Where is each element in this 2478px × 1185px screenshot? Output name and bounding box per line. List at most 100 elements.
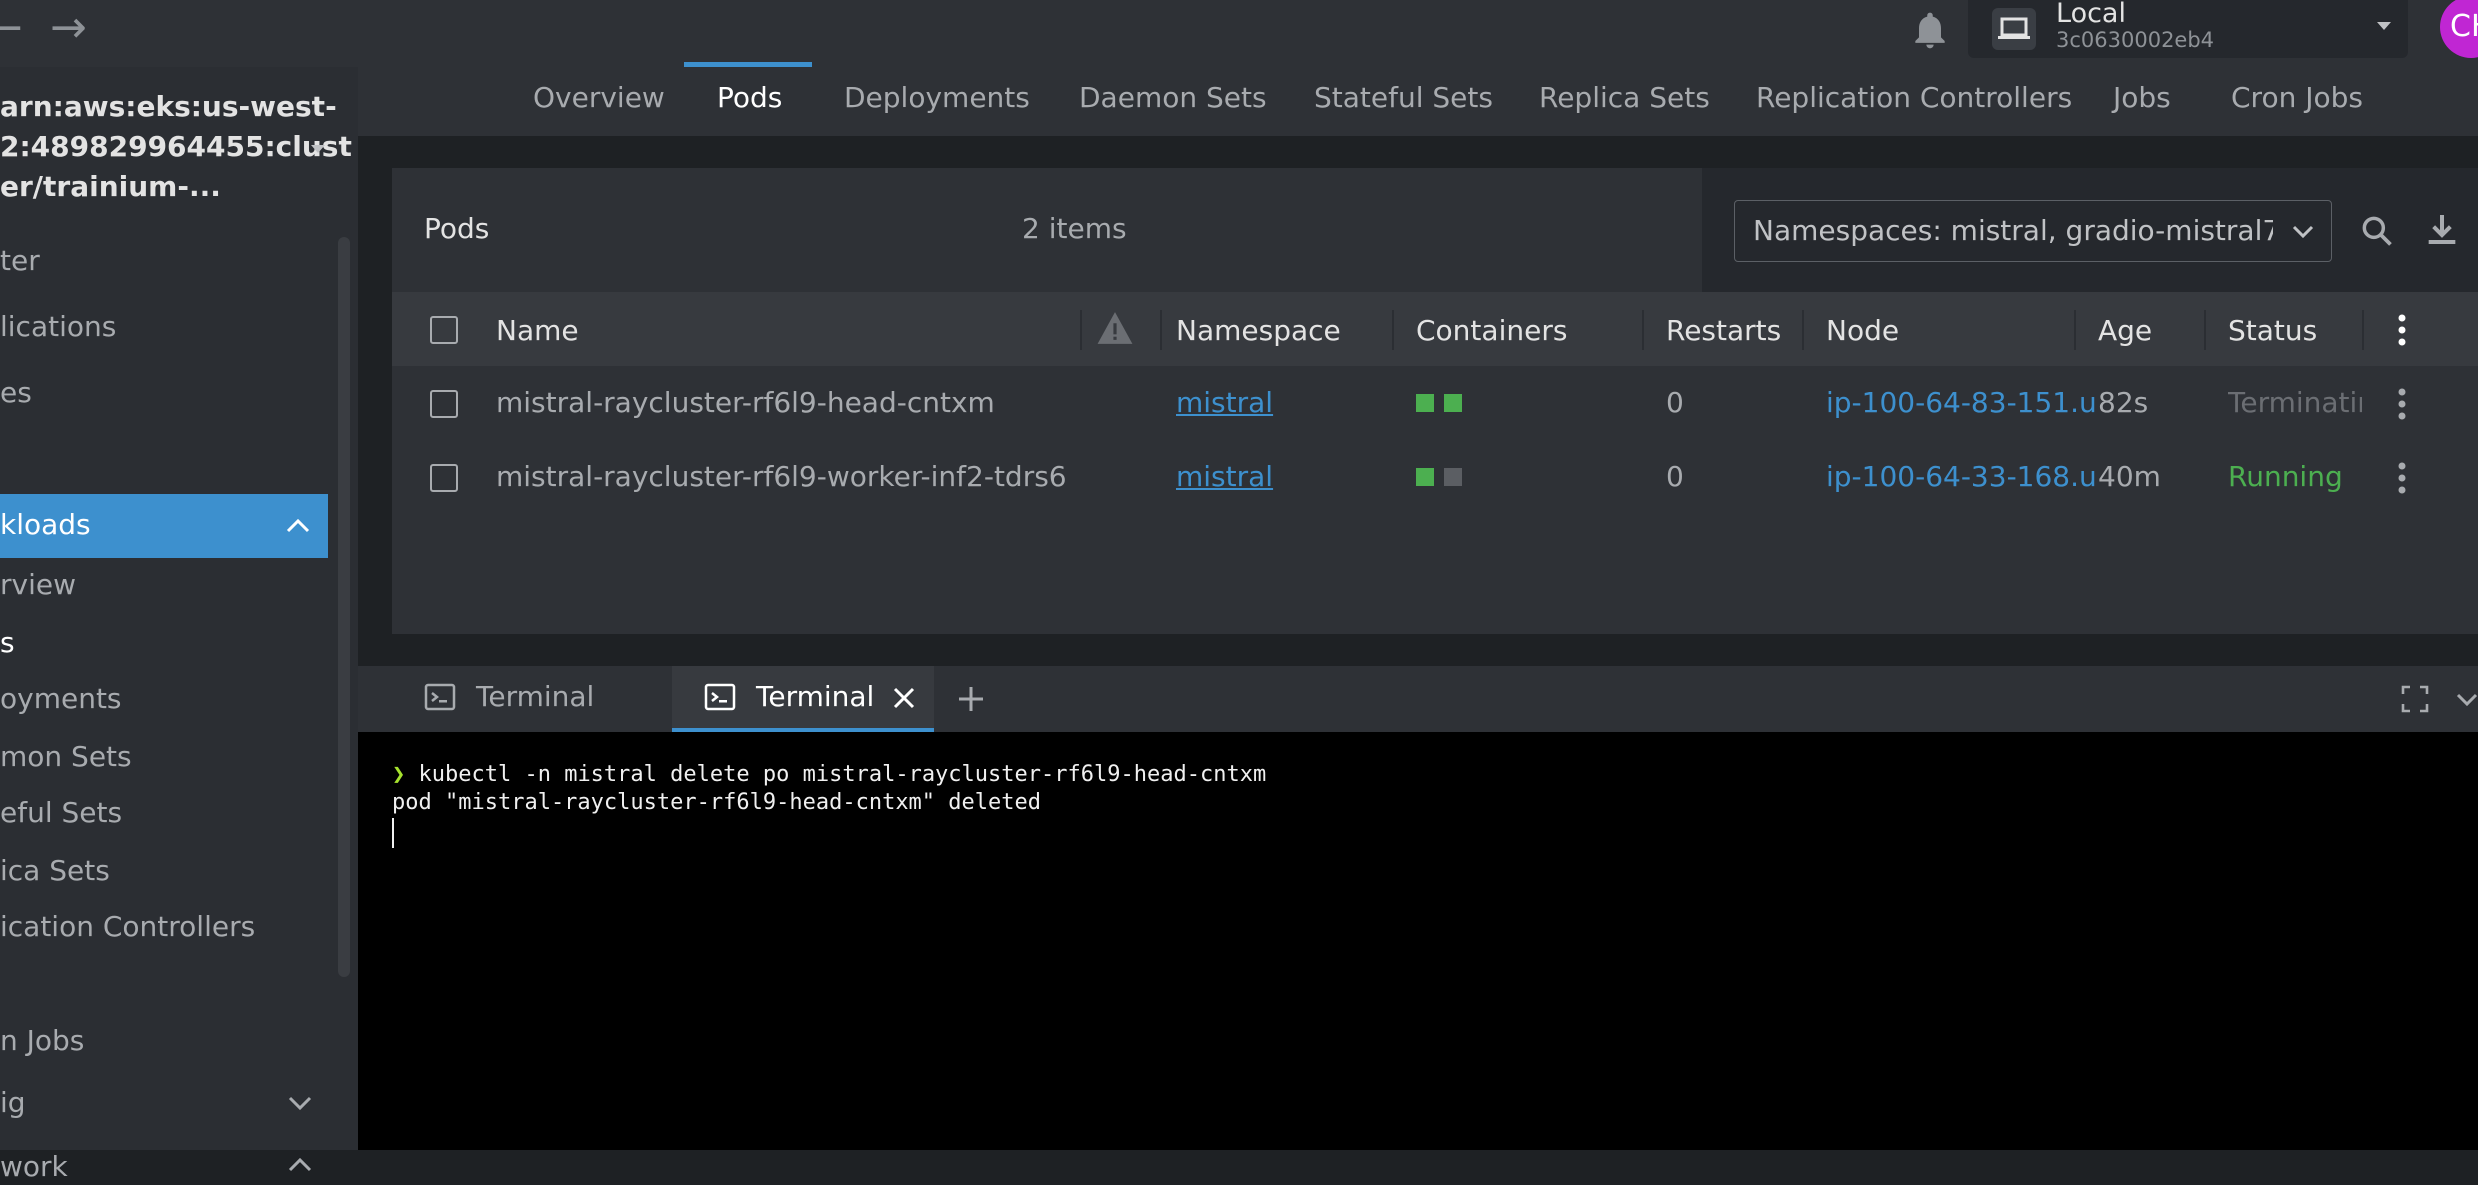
pod-restarts: 0: [1666, 460, 1684, 493]
back-arrow-icon[interactable]: ←: [0, 6, 23, 50]
tab-overview[interactable]: Overview: [533, 81, 665, 114]
column-header-containers[interactable]: Containers: [1416, 314, 1567, 347]
row-menu-icon[interactable]: [2390, 458, 2414, 498]
cluster-name: Local: [2056, 0, 2126, 29]
column-header-node[interactable]: Node: [1826, 314, 1899, 347]
table-row[interactable]: mistral-raycluster-rf6l9-worker-inf2-tdr…: [392, 440, 2478, 514]
column-header-restarts[interactable]: Restarts: [1666, 314, 1781, 347]
terminal-output-line: pod "mistral-raycluster-rf6l9-head-cntxm…: [392, 790, 1042, 815]
sidebar-item-workloads[interactable]: kloads: [0, 494, 328, 558]
cluster-selector[interactable]: Local 3c0630002eb4: [1968, 0, 2408, 58]
terminal-icon: [704, 682, 736, 716]
pod-namespace-link[interactable]: mistral: [1176, 386, 1273, 419]
sidebar-item-cron-jobs[interactable]: n Jobs: [0, 1023, 84, 1059]
column-separator: [1080, 310, 1082, 350]
sidebar-item-daemon-sets[interactable]: mon Sets: [0, 739, 132, 775]
sidebar-item-config[interactable]: ig: [0, 1085, 26, 1121]
tab-cron-jobs[interactable]: Cron Jobs: [2231, 81, 2363, 114]
cluster-title-line: 2:489829964455:clust: [0, 130, 352, 163]
table-row[interactable]: mistral-raycluster-rf6l9-head-cntxm mist…: [392, 366, 2478, 440]
sidebar-item-stateful-sets[interactable]: eful Sets: [0, 795, 122, 831]
search-icon[interactable]: [2358, 212, 2396, 254]
cluster-id: 3c0630002eb4: [2056, 28, 2215, 52]
pod-node-link[interactable]: ip-100-64-33-168.u: [1826, 460, 2097, 493]
pod-restarts: 0: [1666, 386, 1684, 419]
pod-name: mistral-raycluster-rf6l9-head-cntxm: [496, 386, 995, 419]
chevron-down-icon[interactable]: [306, 137, 330, 165]
sidebar-item-applications[interactable]: lications: [0, 309, 116, 345]
dock-tab-terminal[interactable]: Terminal: [476, 680, 594, 713]
row-menu-icon[interactable]: [2390, 384, 2414, 424]
tab-daemon-sets[interactable]: Daemon Sets: [1079, 81, 1267, 114]
chevron-down-icon: [2372, 14, 2396, 42]
pods-title: Pods: [424, 212, 490, 245]
cluster-title-line: arn:aws:eks:us-west-: [0, 90, 337, 123]
column-header-age[interactable]: Age: [2098, 314, 2152, 347]
container-status-running: [1444, 394, 1462, 412]
cluster-title-line: er/trainium-...: [0, 170, 221, 203]
forward-arrow-icon[interactable]: →: [50, 6, 87, 50]
sidebar-item-pods[interactable]: s: [0, 625, 15, 661]
bell-icon[interactable]: [1908, 8, 1952, 52]
sidebar-cluster-title[interactable]: arn:aws:eks:us-west- 2:489829964455:clus…: [0, 87, 352, 207]
column-separator: [1642, 310, 1644, 350]
column-header-name[interactable]: Name: [496, 314, 579, 347]
chevron-up-icon: [284, 514, 312, 542]
dock-tab-label: Terminal: [756, 680, 875, 713]
active-tab-indicator: [684, 62, 812, 67]
column-header-status[interactable]: Status: [2228, 314, 2317, 347]
prompt-symbol: ❯: [392, 762, 406, 787]
add-tab-icon[interactable]: [956, 684, 986, 718]
sidebar-item-nodes[interactable]: es: [0, 375, 32, 411]
top-bar: ← → Local 3c0630002eb4 CH: [0, 0, 2478, 67]
tab-pods[interactable]: Pods: [717, 81, 782, 114]
row-checkbox[interactable]: [430, 390, 458, 418]
sidebar-scrollbar[interactable]: [338, 237, 350, 977]
close-icon[interactable]: [890, 684, 918, 716]
pod-age: 82s: [2098, 386, 2149, 419]
namespace-select[interactable]: Namespaces: mistral, gradio-mistral7b-i: [1734, 200, 2332, 262]
tab-replication-controllers[interactable]: Replication Controllers: [1756, 81, 2072, 114]
pod-status: Running: [2228, 460, 2343, 493]
tab-jobs[interactable]: Jobs: [2113, 81, 2171, 114]
sidebar-item-label: kloads: [0, 508, 91, 541]
tab-deployments[interactable]: Deployments: [844, 81, 1030, 114]
avatar[interactable]: CH: [2440, 0, 2478, 58]
terminal-command-line: ❯ kubectl -n mistral delete po mistral-r…: [392, 762, 1266, 787]
row-checkbox[interactable]: [430, 464, 458, 492]
sidebar-item-deployments[interactable]: oyments: [0, 681, 122, 717]
column-separator: [2362, 310, 2364, 350]
pod-name: mistral-raycluster-rf6l9-worker-inf2-tdr…: [496, 460, 1067, 493]
workload-tabs: Overview Pods Deployments Daemon Sets St…: [358, 67, 2478, 136]
chevron-up-icon[interactable]: [286, 1153, 314, 1181]
select-all-checkbox[interactable]: [430, 316, 458, 344]
sidebar-item-replication-controllers[interactable]: ication Controllers: [0, 909, 255, 945]
sidebar-item-replica-sets[interactable]: ica Sets: [0, 853, 110, 889]
sidebar-item-network[interactable]: work: [0, 1149, 68, 1185]
chevron-down-icon[interactable]: [286, 1091, 314, 1119]
laptop-icon: [1992, 8, 2036, 50]
container-status-running: [1416, 468, 1434, 486]
chevron-down-icon[interactable]: [2456, 686, 2478, 716]
pod-namespace-link[interactable]: mistral: [1176, 460, 1273, 493]
sidebar-item-overview[interactable]: rview: [0, 567, 76, 603]
column-separator: [1802, 310, 1804, 350]
namespace-select-value: Namespaces: mistral, gradio-mistral7b-i: [1753, 214, 2273, 247]
tab-stateful-sets[interactable]: Stateful Sets: [1314, 81, 1493, 114]
sidebar-item-cluster[interactable]: ter: [0, 243, 40, 279]
warning-icon: [1096, 310, 1134, 350]
column-separator: [2204, 310, 2206, 350]
pods-count: 2 items: [1022, 212, 1127, 245]
pod-node-link[interactable]: ip-100-64-83-151.u: [1826, 386, 2097, 419]
download-icon[interactable]: [2422, 210, 2462, 254]
chevron-down-icon: [2289, 219, 2317, 247]
column-separator: [1160, 310, 1162, 350]
column-header-namespace[interactable]: Namespace: [1176, 314, 1341, 347]
tab-replica-sets[interactable]: Replica Sets: [1539, 81, 1710, 114]
column-menu-icon[interactable]: [2390, 310, 2414, 354]
table-header: Name Namespace Containers Restarts Node …: [392, 292, 2478, 366]
terminal-cursor: [392, 818, 394, 848]
pod-age: 40m: [2098, 460, 2161, 493]
pod-status: Terminatir: [2228, 386, 2362, 419]
fullscreen-icon[interactable]: [2400, 684, 2430, 718]
